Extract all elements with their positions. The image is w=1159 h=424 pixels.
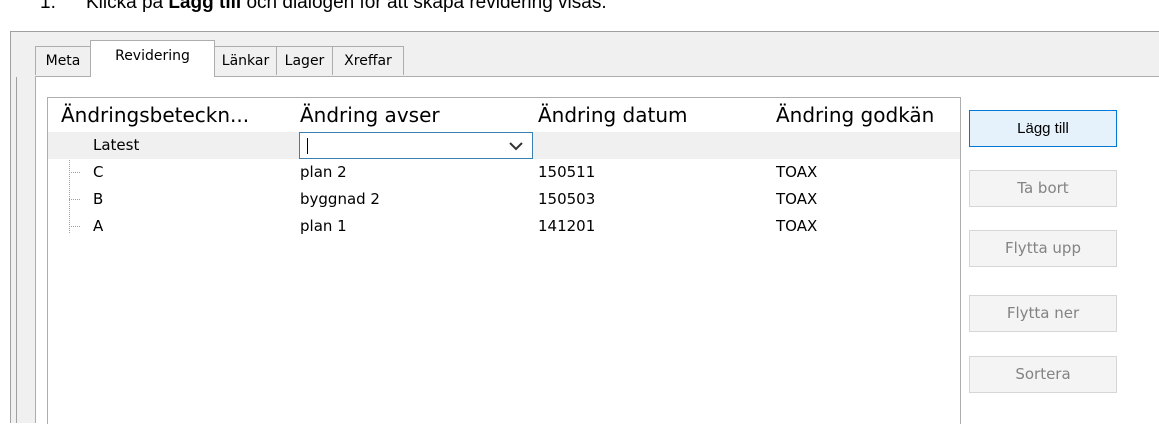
- tab-revidering[interactable]: Revidering: [90, 40, 215, 77]
- avser-editor-combo[interactable]: [299, 132, 533, 159]
- instruction-text-after: och dialogen för att skapa revidering vi…: [241, 0, 607, 13]
- row-godkand: TOAX: [776, 163, 818, 181]
- row-avser: byggnad 2: [300, 190, 380, 208]
- window-inner-border: [16, 77, 17, 423]
- add-button[interactable]: Lägg till: [969, 110, 1117, 147]
- move-down-button[interactable]: Flytta ner: [969, 295, 1117, 332]
- tab-meta[interactable]: Meta: [35, 46, 91, 75]
- row-name: Latest: [93, 136, 140, 154]
- tab-lager[interactable]: Lager: [276, 46, 333, 75]
- tab-xreffar[interactable]: Xreffar: [332, 46, 404, 75]
- row-datum: 150503: [538, 190, 596, 208]
- column-header-datum[interactable]: Ändring datum: [538, 98, 768, 132]
- sort-button[interactable]: Sortera: [969, 356, 1117, 393]
- instruction-text: 1. Klicka på Lägg till och dialogen för a…: [40, 0, 607, 14]
- instruction-text-before: Klicka på: [86, 0, 169, 13]
- list-row[interactable]: C plan 2 150511 TOAX: [48, 159, 960, 186]
- row-datum: 141201: [538, 217, 596, 235]
- dialog-window: Meta Revidering Länkar Lager Xreffar Änd…: [10, 31, 1159, 424]
- column-header-avser[interactable]: Ändring avser: [300, 98, 530, 132]
- row-datum: 150511: [538, 163, 596, 181]
- chevron-down-icon[interactable]: [508, 139, 524, 153]
- row-godkand: TOAX: [776, 190, 818, 208]
- tab-lankar[interactable]: Länkar: [214, 46, 277, 75]
- column-header-godkand[interactable]: Ändring godkän: [776, 98, 959, 132]
- row-godkand: TOAX: [776, 217, 818, 235]
- instruction-bold: Lägg till: [168, 0, 242, 13]
- list-row[interactable]: A plan 1 141201 TOAX: [48, 213, 960, 240]
- list-header: Ändringsbeteckn... Ändring avser Ändring…: [48, 98, 960, 132]
- remove-button[interactable]: Ta bort: [969, 170, 1117, 207]
- row-name: C: [93, 163, 104, 181]
- move-up-button[interactable]: Flytta upp: [969, 230, 1117, 267]
- revision-list[interactable]: Ändringsbeteckn... Ändring avser Ändring…: [47, 97, 961, 424]
- instruction-number: 1.: [40, 0, 56, 13]
- list-row-latest[interactable]: Latest: [48, 132, 960, 159]
- text-caret: [307, 138, 308, 154]
- row-name: B: [93, 190, 104, 208]
- list-row[interactable]: B byggnad 2 150503 TOAX: [48, 186, 960, 213]
- row-avser: plan 2: [300, 163, 347, 181]
- row-name: A: [93, 217, 104, 235]
- row-avser: plan 1: [300, 217, 347, 235]
- column-header-beteckning[interactable]: Ändringsbeteckn...: [61, 98, 291, 132]
